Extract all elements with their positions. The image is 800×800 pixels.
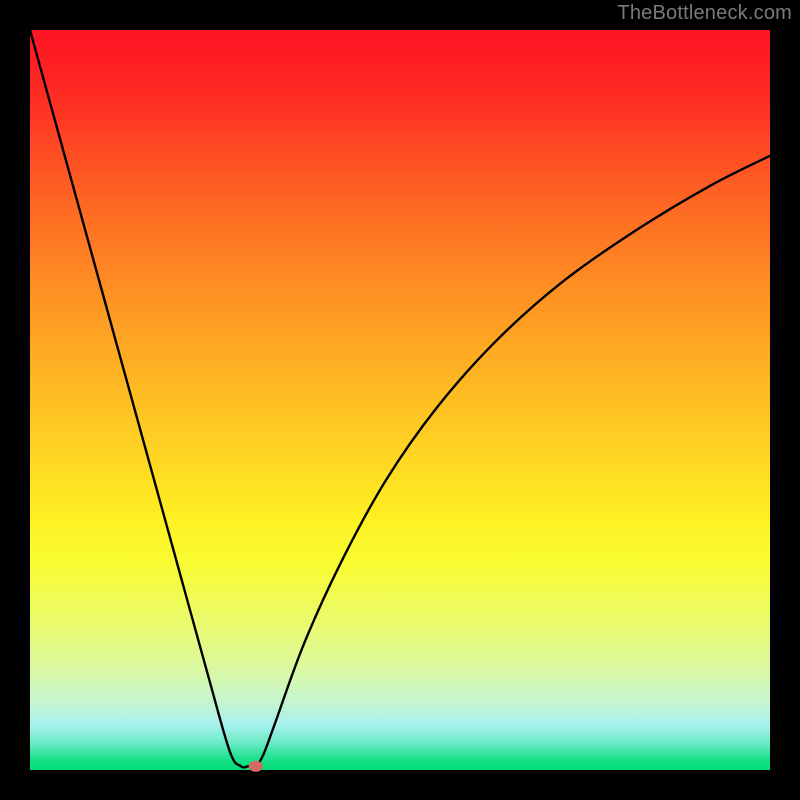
- optimal-point-marker: [249, 761, 263, 772]
- bottleneck-curve-path: [30, 30, 770, 767]
- plot-outer-border: [30, 30, 770, 770]
- bottleneck-curve-svg: [30, 30, 770, 770]
- watermark-text: TheBottleneck.com: [617, 2, 792, 25]
- chart-frame: TheBottleneck.com: [0, 0, 800, 800]
